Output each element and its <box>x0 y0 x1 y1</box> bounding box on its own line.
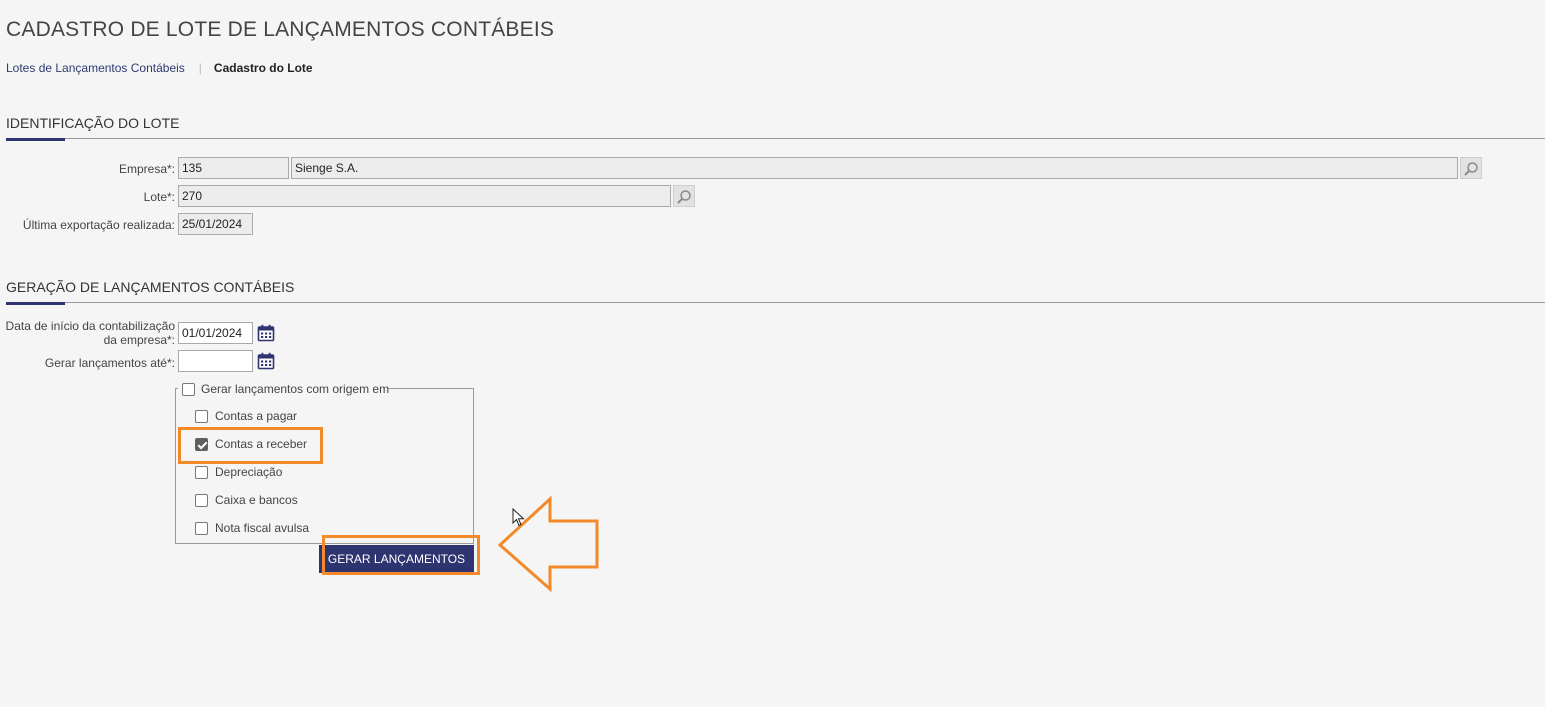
gerar-ate-field[interactable] <box>178 350 253 372</box>
origem-legend-label: Gerar lançamentos com origem em <box>201 382 390 396</box>
nota-fiscal-avulsa-checkbox[interactable] <box>195 522 208 535</box>
section-accent-bar <box>6 138 65 141</box>
data-inicio-label-line2: da empresa*: <box>103 333 175 347</box>
ultima-exportacao-field: 25/01/2024 <box>178 213 253 235</box>
contas-a-pagar-label: Contas a pagar <box>215 409 298 423</box>
depreciacao-checkbox[interactable] <box>195 466 208 479</box>
nota-fiscal-avulsa-label: Nota fiscal avulsa <box>215 521 310 535</box>
magnifier-icon <box>677 190 691 204</box>
data-inicio-calendar-button[interactable] <box>257 324 275 342</box>
lote-field[interactable]: 270 <box>178 185 671 207</box>
lote-lookup-button[interactable] <box>673 185 695 207</box>
caixa-e-bancos-label: Caixa e bancos <box>215 493 298 507</box>
data-inicio-label: Data de início da contabilização da empr… <box>0 319 175 347</box>
contas-a-pagar-checkbox[interactable] <box>195 410 208 423</box>
ultima-exportacao-label: Última exportação realizada: <box>22 218 175 232</box>
breadcrumb-separator: | <box>198 61 202 75</box>
contas-a-receber-highlight <box>178 427 323 464</box>
mouse-pointer-icon <box>512 508 525 527</box>
empresa-code-field[interactable]: 135 <box>178 157 289 179</box>
data-inicio-field[interactable]: 01/01/2024 <box>178 322 253 344</box>
depreciacao-label: Depreciação <box>215 465 283 479</box>
section-accent-bar <box>6 302 65 305</box>
breadcrumb: Lotes de Lançamentos Contábeis | Cadastro … <box>6 61 313 75</box>
section-title-geracao: GERAÇÃO DE LANÇAMENTOS CONTÁBEIS <box>6 279 295 295</box>
breadcrumb-current: Cadastro do Lote <box>213 61 313 75</box>
page-title: CADASTRO DE LOTE DE LANÇAMENTOS CONTÁBEI… <box>6 18 555 41</box>
origem-all-checkbox[interactable] <box>182 383 195 396</box>
section-divider <box>6 138 1545 139</box>
section-divider <box>6 302 1545 303</box>
empresa-label: Empresa*: <box>118 162 175 176</box>
breadcrumb-link-lotes[interactable]: Lotes de Lançamentos Contábeis <box>6 61 185 75</box>
empresa-lookup-button[interactable] <box>1460 157 1482 179</box>
lote-label: Lote*: <box>143 190 175 204</box>
caixa-e-bancos-checkbox[interactable] <box>195 494 208 507</box>
data-inicio-label-line1: Data de início da contabilização <box>5 319 175 333</box>
magnifier-icon <box>1464 162 1478 176</box>
calendar-icon <box>257 352 275 370</box>
gerar-ate-calendar-button[interactable] <box>257 352 275 370</box>
gerar-ate-label: Gerar lançamentos até*: <box>44 356 175 370</box>
calendar-icon <box>257 324 275 342</box>
section-title-identificacao: IDENTIFICAÇÃO DO LOTE <box>6 115 180 131</box>
empresa-name-field[interactable]: Sienge S.A. <box>291 157 1458 179</box>
gerar-lancamentos-highlight <box>322 535 480 575</box>
